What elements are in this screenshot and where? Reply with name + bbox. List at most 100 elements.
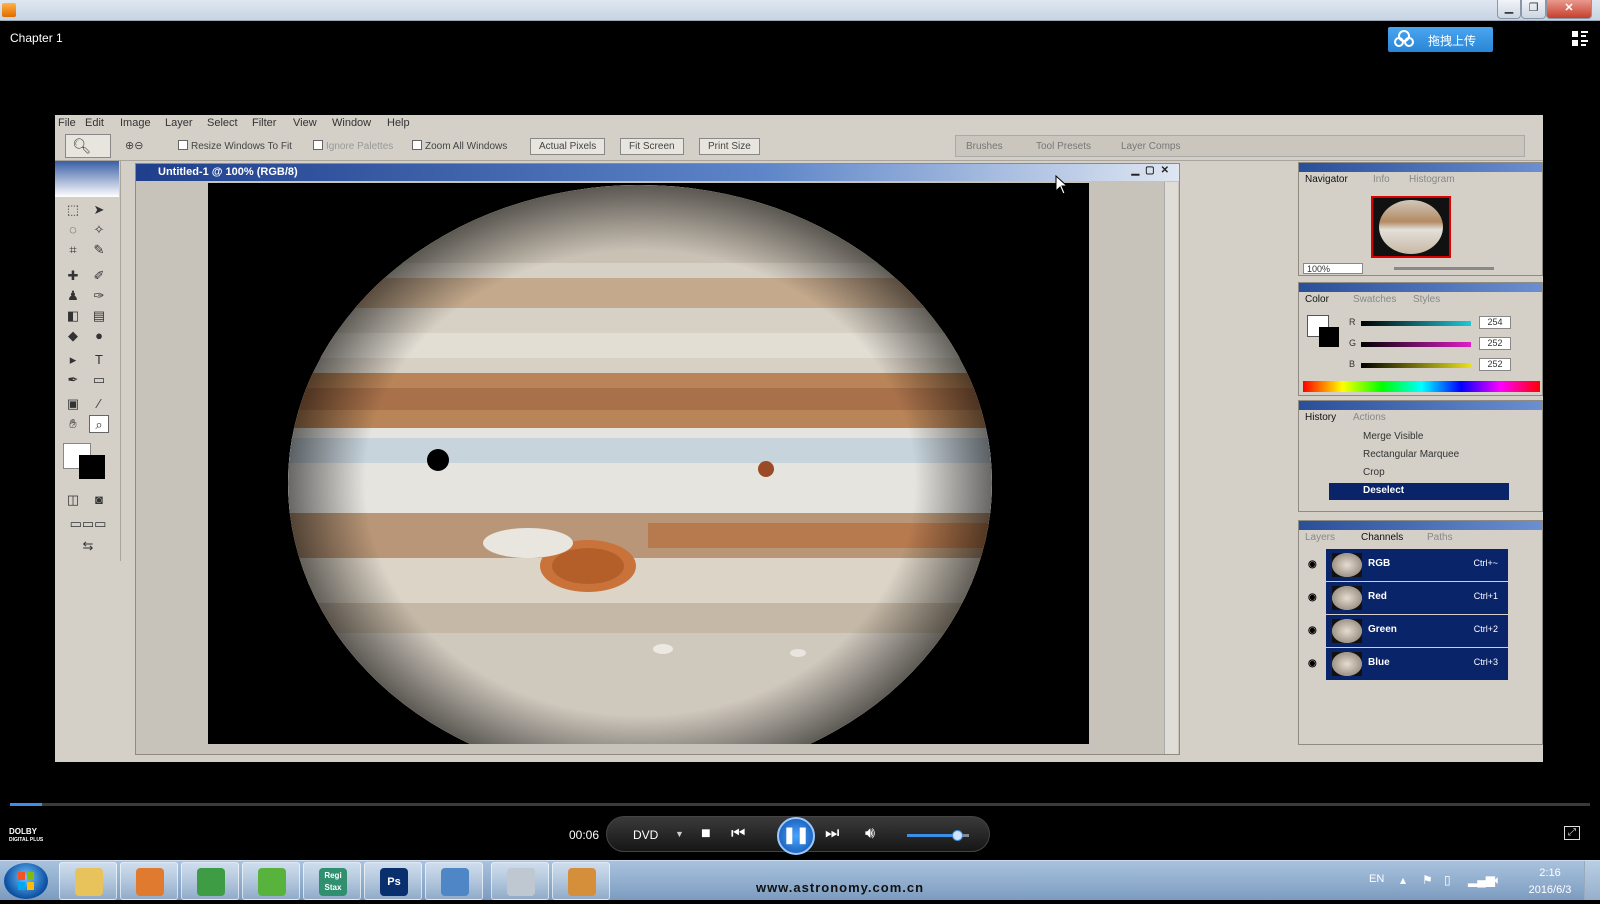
windows-logo-icon — [18, 872, 34, 890]
ps-document-window: Untitled-1 @ 100% (RGB/8) ▁▢✕ — [135, 163, 1180, 755]
zoom-tool-icon: 🔍︎ — [72, 138, 92, 155]
marquee-tool-icon: ⬚ — [66, 202, 80, 217]
thumbnail-planet — [1379, 200, 1443, 254]
tab-history: History — [1305, 412, 1337, 423]
channel-name: Blue — [1368, 657, 1390, 668]
channel-row: ◉ Red Ctrl+1 — [1308, 582, 1508, 614]
gradient-tool-icon: ▤ — [92, 308, 106, 323]
color-spectrum-bar — [1303, 381, 1540, 392]
taskbar-app-chrome[interactable] — [181, 862, 239, 900]
ps-color-palette: Color Swatches Styles R 254 G 252 B 252 — [1298, 282, 1543, 396]
palette-titlebar — [1299, 163, 1542, 172]
eye-icon: ◉ — [1308, 658, 1317, 669]
start-button[interactable] — [4, 863, 48, 899]
ps-document-titlebar: Untitled-1 @ 100% (RGB/8) ▁▢✕ — [136, 164, 1179, 181]
minimize-button[interactable]: ▁ — [1497, 0, 1521, 19]
close-button[interactable]: ✕ — [1546, 0, 1592, 19]
eye-icon: ◉ — [1308, 625, 1317, 636]
taskbar-app-photoshop[interactable]: Ps — [364, 862, 422, 900]
upload-label: 拖拽上传 — [1428, 34, 1477, 48]
registax-icon: Regi Stax — [319, 868, 347, 896]
brush-tool-icon: ✐ — [93, 268, 105, 283]
volume-slider-knob[interactable] — [951, 830, 963, 841]
ps-menu-bar: File Edit Image Layer Select Filter View… — [55, 115, 1543, 131]
next-icon[interactable]: ⏭︎ — [825, 825, 839, 843]
stop-icon[interactable]: ■ — [701, 825, 711, 843]
video-frame[interactable]: File Edit Image Layer Select Filter View… — [55, 115, 1543, 762]
navigator-zoom-slider — [1394, 267, 1494, 270]
ps-options-bar: 🔍︎ ⊕⊖ Resize Windows To Fit Ignore Palet… — [55, 131, 1543, 161]
taskbar-app-scanner[interactable] — [491, 862, 549, 900]
palette-titlebar — [1299, 283, 1542, 292]
channel-row: ◉ RGB Ctrl+~ — [1308, 549, 1508, 581]
ps-menu-image: Image — [120, 117, 151, 129]
playlist-grid-icon[interactable] — [1571, 30, 1589, 48]
slider-green-track — [1361, 342, 1471, 347]
volume-slider[interactable] — [907, 830, 969, 841]
battery-icon[interactable]: ▯ — [1444, 873, 1451, 887]
ps-print-size-button: Print Size — [699, 138, 760, 155]
action-center-icon[interactable]: ⚑ — [1422, 873, 1433, 887]
healing-brush-icon: ✚ — [67, 268, 79, 283]
slider-green-value: 252 — [1479, 337, 1511, 350]
pen-tool-icon: ✒ — [67, 372, 79, 387]
slider-blue-label: B — [1349, 359, 1356, 369]
disc-menu-button[interactable]: DVD — [633, 828, 658, 842]
crop-tool-icon: ⌗ — [69, 242, 77, 257]
player-app-icon — [2, 3, 16, 17]
stamp-tool-icon: ♟ — [67, 288, 79, 303]
previous-icon[interactable]: ⏮︎ — [731, 825, 745, 843]
channel-name: RGB — [1368, 558, 1391, 569]
speaker-icon[interactable]: 🔈︎ — [1494, 873, 1501, 888]
ps-toolbox: ⬚ ➤ ◌ ✧ ⌗ ✎ ✚ ✐ ♟ ✑ ◧ ▤ ◆ ● ▸ T ✒ ▭ ▣ ⁄ … — [55, 161, 121, 561]
window-title-bar: ▁ ❐ ✕ — [0, 0, 1600, 21]
ps-ignore-palettes-check: Ignore Palettes — [313, 140, 393, 152]
jump-to-imageready-icon: ⇆ — [82, 538, 94, 553]
maximize-button[interactable]: ❐ — [1521, 0, 1546, 19]
slider-red-track — [1361, 321, 1471, 326]
ps-well-tool-presets: Tool Presets — [1036, 141, 1092, 152]
ps-navigator-palette: Navigator Info Histogram 100% — [1298, 162, 1543, 276]
ps-menu-edit: Edit — [85, 117, 104, 129]
ps-menu-view: View — [293, 117, 317, 129]
zoom-tool-selected-icon: ⌕ — [89, 415, 109, 433]
taskbar-app-media-player[interactable] — [120, 862, 178, 900]
chrome-icon — [197, 868, 225, 896]
seek-bar[interactable] — [10, 803, 1590, 806]
clock-time[interactable]: 2:16 — [1528, 867, 1572, 879]
volume-icon[interactable]: 🔊︎ — [865, 825, 875, 843]
taskbar-app-registax[interactable]: Regi Stax — [303, 862, 361, 900]
slider-green-label: G — [1349, 338, 1357, 348]
taskbar-app-image-viewer[interactable] — [425, 862, 483, 900]
pause-button[interactable]: ❚❚ — [777, 817, 815, 855]
ps-actual-pixels-button: Actual Pixels — [530, 138, 606, 155]
tab-actions: Actions — [1353, 412, 1386, 423]
chevron-down-icon[interactable]: ▼ — [675, 829, 684, 839]
dolby-logo-line2: DIGITAL PLUS — [9, 837, 44, 843]
image-viewer-icon — [441, 868, 469, 896]
language-indicator[interactable]: EN — [1369, 873, 1384, 885]
ps-menu-filter: Filter — [252, 117, 277, 129]
channel-name: Green — [1368, 624, 1397, 635]
taskbar-app-file-explorer[interactable] — [59, 862, 117, 900]
paint-icon — [568, 868, 596, 896]
jupiter-picture — [208, 183, 1089, 744]
channel-row: ◉ Blue Ctrl+3 — [1308, 648, 1508, 680]
jupiter-image — [208, 183, 1089, 744]
tab-styles: Styles — [1413, 294, 1441, 305]
slider-blue-track — [1361, 363, 1471, 368]
show-desktop-button[interactable] — [1584, 861, 1600, 900]
ps-document-scrollbar — [1164, 182, 1178, 754]
upload-button[interactable]: 拖拽上传 — [1388, 27, 1493, 52]
taskbar-app-utorrent[interactable] — [242, 862, 300, 900]
tray-expand-icon[interactable]: ▴ — [1400, 873, 1406, 887]
slice-tool-icon: ✎ — [93, 242, 105, 257]
slider-green: G 252 — [1349, 337, 1539, 352]
taskbar-app-paint[interactable] — [552, 862, 610, 900]
clock-date[interactable]: 2016/6/3 — [1528, 884, 1572, 896]
ps-document-controls: ▁▢✕ — [1131, 165, 1175, 176]
ps-well-brushes: Brushes — [966, 141, 1003, 152]
channel-shortcut: Ctrl+2 — [1473, 624, 1498, 634]
network-icon[interactable]: ▂▄▆ — [1468, 873, 1495, 887]
fullscreen-icon[interactable]: ⤢ — [1564, 826, 1580, 840]
